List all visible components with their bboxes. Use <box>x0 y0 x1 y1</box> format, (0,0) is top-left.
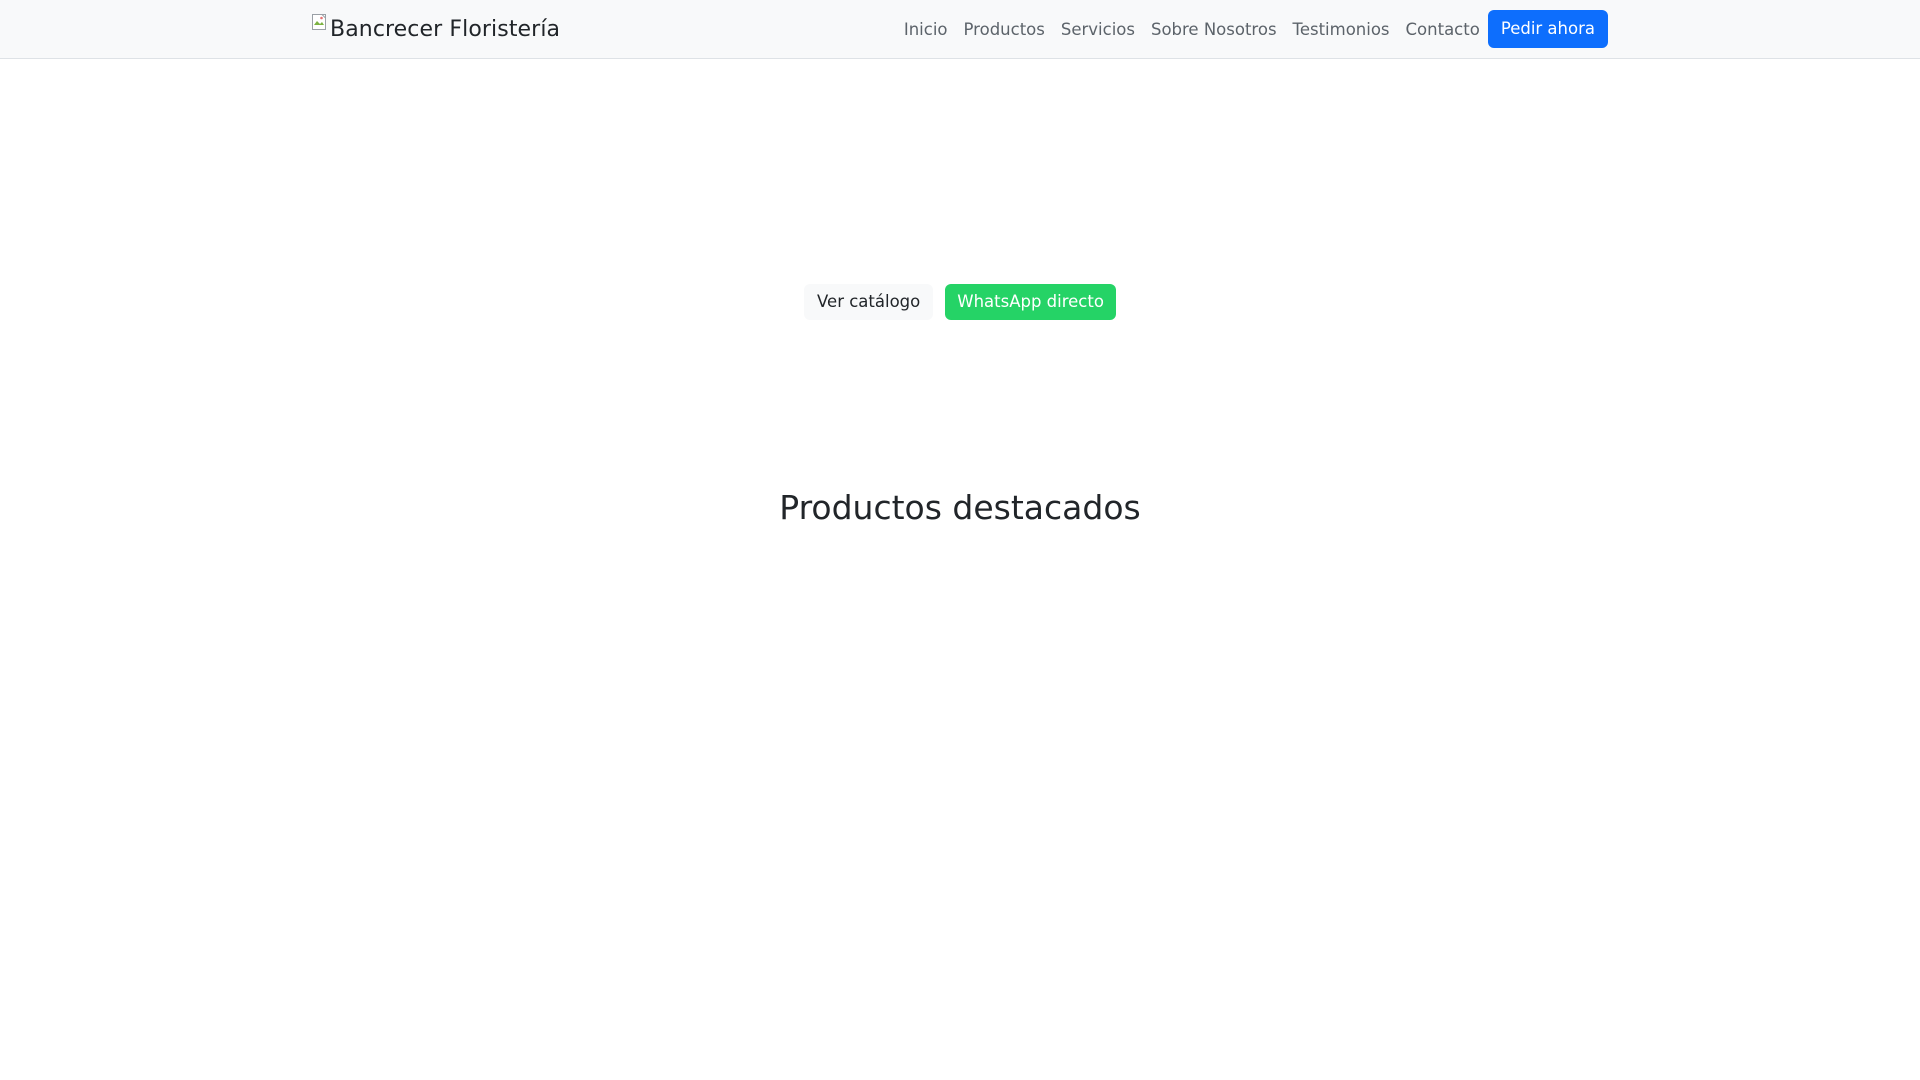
brand-logo-alt-text: Bancrecer Floristería <box>330 16 561 42</box>
navbar: Bancrecer Floristería Inicio Productos S… <box>0 0 1920 59</box>
brand-logo-link[interactable]: Bancrecer Floristería <box>312 9 560 49</box>
featured-products-title: Productos destacados <box>779 488 1141 527</box>
whatsapp-direct-button[interactable]: WhatsApp directo <box>945 284 1116 320</box>
navbar-container: Bancrecer Floristería Inicio Productos S… <box>312 0 1608 58</box>
hero-actions: Ver catálogo WhatsApp directo <box>0 284 1920 320</box>
nav-link-sobre-nosotros[interactable]: Sobre Nosotros <box>1143 12 1285 47</box>
nav-link-servicios[interactable]: Servicios <box>1053 12 1143 47</box>
hero-button-group: Ver catálogo WhatsApp directo <box>804 284 1116 320</box>
nav-link-inicio[interactable]: Inicio <box>896 12 956 47</box>
main-nav: Inicio Productos Servicios Sobre Nosotro… <box>896 10 1608 48</box>
view-catalog-button[interactable]: Ver catálogo <box>804 284 934 320</box>
order-now-button[interactable]: Pedir ahora <box>1487 10 1608 48</box>
nav-link-testimonios[interactable]: Testimonios <box>1285 12 1398 47</box>
nav-link-contacto[interactable]: Contacto <box>1398 12 1488 47</box>
broken-image-icon <box>312 14 328 30</box>
nav-link-productos[interactable]: Productos <box>956 12 1053 47</box>
